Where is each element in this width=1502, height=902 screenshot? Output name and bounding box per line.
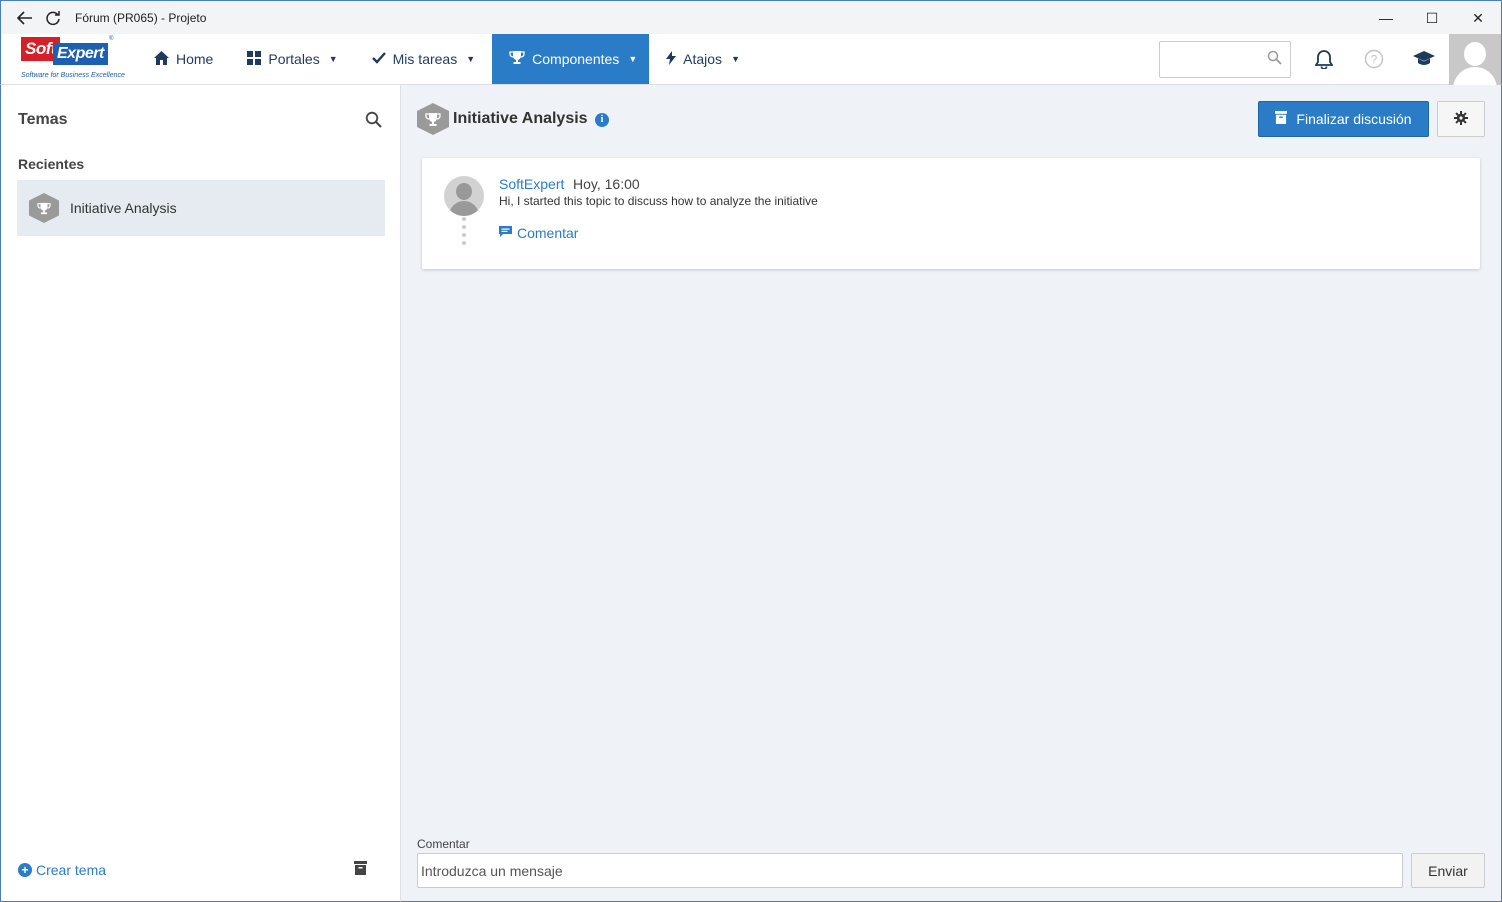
topic-title: Initiative Analysis xyxy=(453,110,588,127)
nav-componentes-label: Componentes xyxy=(532,51,620,67)
nav-atajos-label: Atajos xyxy=(683,51,723,67)
comment-icon xyxy=(499,225,512,241)
post-timestamp: Hoy, 16:00 xyxy=(573,176,640,192)
nav-mis-tareas-label: Mis tareas xyxy=(392,51,458,67)
nav-componentes[interactable]: Componentes ▼ xyxy=(492,34,650,84)
refresh-icon[interactable] xyxy=(39,4,67,32)
finalize-discussion-button[interactable]: Finalizar discusión xyxy=(1258,101,1429,137)
sidebar-item-label: Initiative Analysis xyxy=(70,200,177,216)
post-author-avatar xyxy=(444,176,484,216)
sidebar-item-initiative-analysis[interactable]: Initiative Analysis xyxy=(17,180,385,236)
graduation-cap-icon[interactable] xyxy=(1399,34,1449,85)
bell-icon[interactable] xyxy=(1299,34,1349,85)
chevron-down-icon: ▼ xyxy=(466,54,476,64)
window-title: Fórum (PR065) - Projeto xyxy=(75,10,207,25)
post-author[interactable]: SoftExpert xyxy=(499,176,564,192)
finalize-label: Finalizar discusión xyxy=(1296,111,1412,127)
recent-section-label: Recientes xyxy=(18,156,85,172)
composer-label: Comentar xyxy=(417,837,470,851)
discussion-panel: Initiative Analysis i Finalizar discusió… xyxy=(401,85,1502,902)
check-icon xyxy=(371,51,386,67)
chevron-down-icon: ▼ xyxy=(328,54,338,64)
archive-icon[interactable] xyxy=(354,861,367,878)
post-message: Hi, I started this topic to discuss how … xyxy=(499,194,818,208)
create-topic-link[interactable]: + Crear tema xyxy=(18,862,106,878)
chevron-down-icon: ▼ xyxy=(731,54,740,64)
post-card: SoftExpert Hoy, 16:00 Hi, I started this… xyxy=(422,158,1480,269)
bolt-icon xyxy=(666,50,677,68)
topics-sidebar: Temas Recientes Initiative Analysis + Cr… xyxy=(0,85,401,902)
close-button[interactable]: ✕ xyxy=(1455,1,1501,35)
logo-reg: ® xyxy=(109,36,114,42)
nav-home[interactable]: Home xyxy=(137,34,230,84)
comment-link-label: Comentar xyxy=(517,225,579,241)
trophy-icon xyxy=(29,193,59,223)
logo-expert: Expert xyxy=(53,43,108,65)
help-icon[interactable]: ? xyxy=(1349,34,1399,85)
maximize-button[interactable]: ☐ xyxy=(1409,1,1455,35)
create-topic-label: Crear tema xyxy=(36,862,107,878)
info-icon[interactable]: i xyxy=(595,113,609,127)
search-icon[interactable] xyxy=(365,111,382,133)
nav-mis-tareas[interactable]: Mis tareas ▼ xyxy=(355,34,493,84)
thread-connector xyxy=(462,217,466,245)
top-navbar: Soft Expert ® Software for Business Exce… xyxy=(0,33,1502,85)
softexpert-logo[interactable]: Soft Expert ® Software for Business Exce… xyxy=(1,34,131,84)
message-input[interactable] xyxy=(417,853,1403,888)
svg-text:?: ? xyxy=(1371,53,1378,67)
grid-icon xyxy=(247,50,262,68)
chevron-down-icon: ▼ xyxy=(628,54,638,64)
nav-home-label: Home xyxy=(176,51,214,67)
archive-icon xyxy=(1275,111,1288,127)
trophy-icon xyxy=(417,103,449,135)
minimize-button[interactable]: — xyxy=(1363,1,1409,35)
sidebar-title: Temas xyxy=(18,111,68,128)
window-titlebar: Fórum (PR065) - Projeto — ☐ ✕ xyxy=(0,0,1502,34)
send-button[interactable]: Enviar xyxy=(1411,853,1485,888)
gear-icon xyxy=(1454,110,1468,128)
user-avatar[interactable] xyxy=(1449,33,1501,85)
settings-button[interactable] xyxy=(1437,101,1485,137)
nav-portales[interactable]: Portales ▼ xyxy=(230,34,354,84)
home-icon xyxy=(154,50,169,68)
global-search-input[interactable] xyxy=(1159,40,1291,78)
logo-tagline: Software for Business Excellence xyxy=(21,72,125,79)
plus-circle-icon: + xyxy=(18,863,32,877)
comment-link[interactable]: Comentar xyxy=(499,225,578,241)
nav-portales-label: Portales xyxy=(268,51,320,67)
search-icon[interactable] xyxy=(1267,50,1282,69)
arrow-left-icon[interactable] xyxy=(11,4,39,32)
nav-atajos[interactable]: Atajos ▼ xyxy=(649,34,757,84)
trophy-icon xyxy=(509,50,525,68)
